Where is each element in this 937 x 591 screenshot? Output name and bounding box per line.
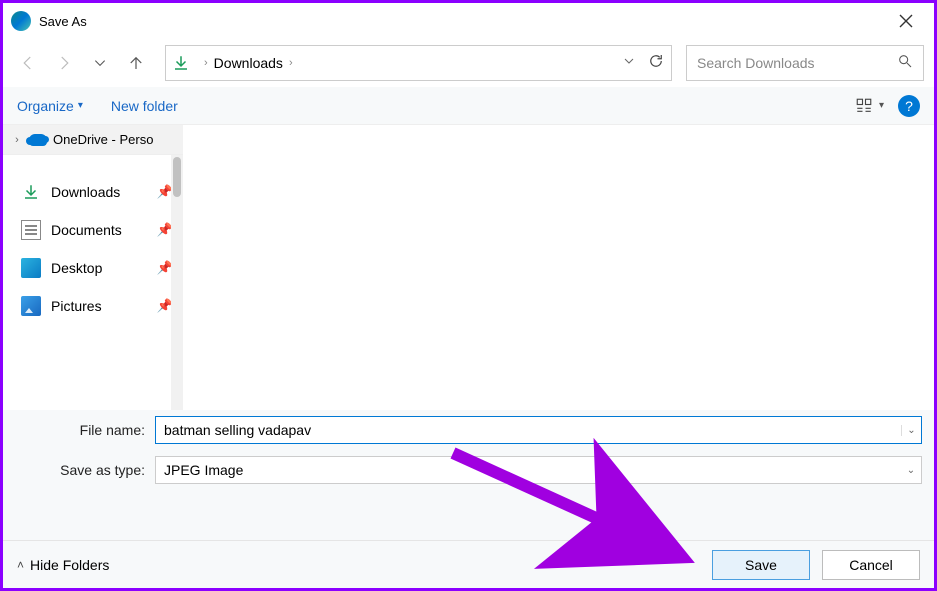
sidebar-item-desktop[interactable]: Desktop 📌 [3, 249, 183, 287]
filename-label: File name: [15, 422, 155, 438]
scrollbar-thumb[interactable] [173, 157, 181, 197]
help-button[interactable]: ? [898, 95, 920, 117]
view-options-button[interactable] [853, 95, 875, 117]
navigation-row: › Downloads › [3, 39, 934, 87]
desktop-icon [21, 258, 41, 278]
expand-icon[interactable]: › [11, 134, 23, 146]
breadcrumb-location[interactable]: Downloads [214, 55, 283, 71]
filename-combobox[interactable]: ⌄ [155, 416, 922, 444]
help-icon: ? [905, 98, 913, 114]
close-icon [899, 14, 913, 28]
filetype-label: Save as type: [15, 462, 155, 478]
arrow-up-icon [127, 54, 145, 72]
refresh-button[interactable] [647, 52, 665, 75]
hide-folders-button[interactable]: ˄ Hide Folders [17, 557, 109, 573]
sidebar-item-label: Downloads [51, 184, 120, 200]
chevron-down-icon [623, 55, 635, 67]
sidebar: › OneDrive - Perso Downloads 📌 Documents… [3, 125, 183, 410]
breadcrumb-separator: › [204, 57, 208, 69]
sidebar-item-downloads[interactable]: Downloads 📌 [3, 173, 183, 211]
hide-folders-label: Hide Folders [30, 557, 109, 573]
chevron-up-icon: ˄ [17, 558, 24, 572]
filetype-value: JPEG Image [156, 462, 901, 478]
body: › OneDrive - Perso Downloads 📌 Documents… [3, 125, 934, 410]
sidebar-item-label: Pictures [51, 298, 102, 314]
arrow-right-icon [55, 54, 73, 72]
downloads-location-icon [172, 54, 190, 72]
filename-input[interactable] [156, 422, 901, 438]
sidebar-item-label: Documents [51, 222, 122, 238]
onedrive-icon [29, 134, 47, 146]
file-content-area[interactable] [183, 125, 934, 410]
new-folder-button[interactable]: New folder [111, 98, 178, 114]
back-button[interactable] [13, 48, 43, 78]
address-bar[interactable]: › Downloads › [165, 45, 672, 81]
downloads-icon [21, 182, 41, 202]
sidebar-item-documents[interactable]: Documents 📌 [3, 211, 183, 249]
sidebar-item-label: OneDrive - Perso [53, 132, 153, 147]
filetype-combobox[interactable]: JPEG Image ⌄ [155, 456, 922, 484]
window-title: Save As [39, 14, 886, 29]
address-dropdown[interactable] [623, 54, 635, 72]
sidebar-item-pictures[interactable]: Pictures 📌 [3, 287, 183, 325]
up-button[interactable] [121, 48, 151, 78]
organize-label: Organize [17, 98, 74, 114]
chevron-down-icon [93, 56, 107, 70]
search-box[interactable] [686, 45, 924, 81]
new-folder-label: New folder [111, 98, 178, 114]
save-as-dialog: Save As › Downloads › [0, 0, 937, 591]
search-icon[interactable] [897, 53, 913, 74]
pictures-icon [21, 296, 41, 316]
search-input[interactable] [697, 55, 897, 71]
recent-locations-button[interactable] [85, 48, 115, 78]
caret-down-icon: ▾ [78, 100, 83, 111]
organize-button[interactable]: Organize ▾ [17, 98, 83, 114]
close-button[interactable] [886, 5, 926, 37]
sidebar-scrollbar[interactable] [171, 155, 183, 410]
filetype-dropdown[interactable]: ⌄ [901, 465, 921, 476]
forward-button[interactable] [49, 48, 79, 78]
edge-icon [11, 11, 31, 31]
footer: ˄ Hide Folders Save Cancel [3, 540, 934, 588]
view-dropdown[interactable]: ▾ [879, 100, 884, 111]
quick-access-list: Downloads 📌 Documents 📌 Desktop 📌 Pictur… [3, 155, 183, 343]
refresh-icon [647, 52, 665, 70]
view-icon [855, 97, 873, 115]
documents-icon [21, 220, 41, 240]
save-button[interactable]: Save [712, 550, 810, 580]
sidebar-item-onedrive[interactable]: › OneDrive - Perso [3, 125, 183, 155]
filename-row: File name: ⌄ [3, 410, 934, 450]
titlebar: Save As [3, 3, 934, 39]
breadcrumb-separator: › [289, 57, 293, 69]
filetype-row: Save as type: JPEG Image ⌄ [3, 450, 934, 490]
cancel-button[interactable]: Cancel [822, 550, 920, 580]
filename-dropdown[interactable]: ⌄ [901, 425, 921, 436]
toolbar: Organize ▾ New folder ▾ ? [3, 87, 934, 125]
sidebar-item-label: Desktop [51, 260, 102, 276]
arrow-left-icon [19, 54, 37, 72]
